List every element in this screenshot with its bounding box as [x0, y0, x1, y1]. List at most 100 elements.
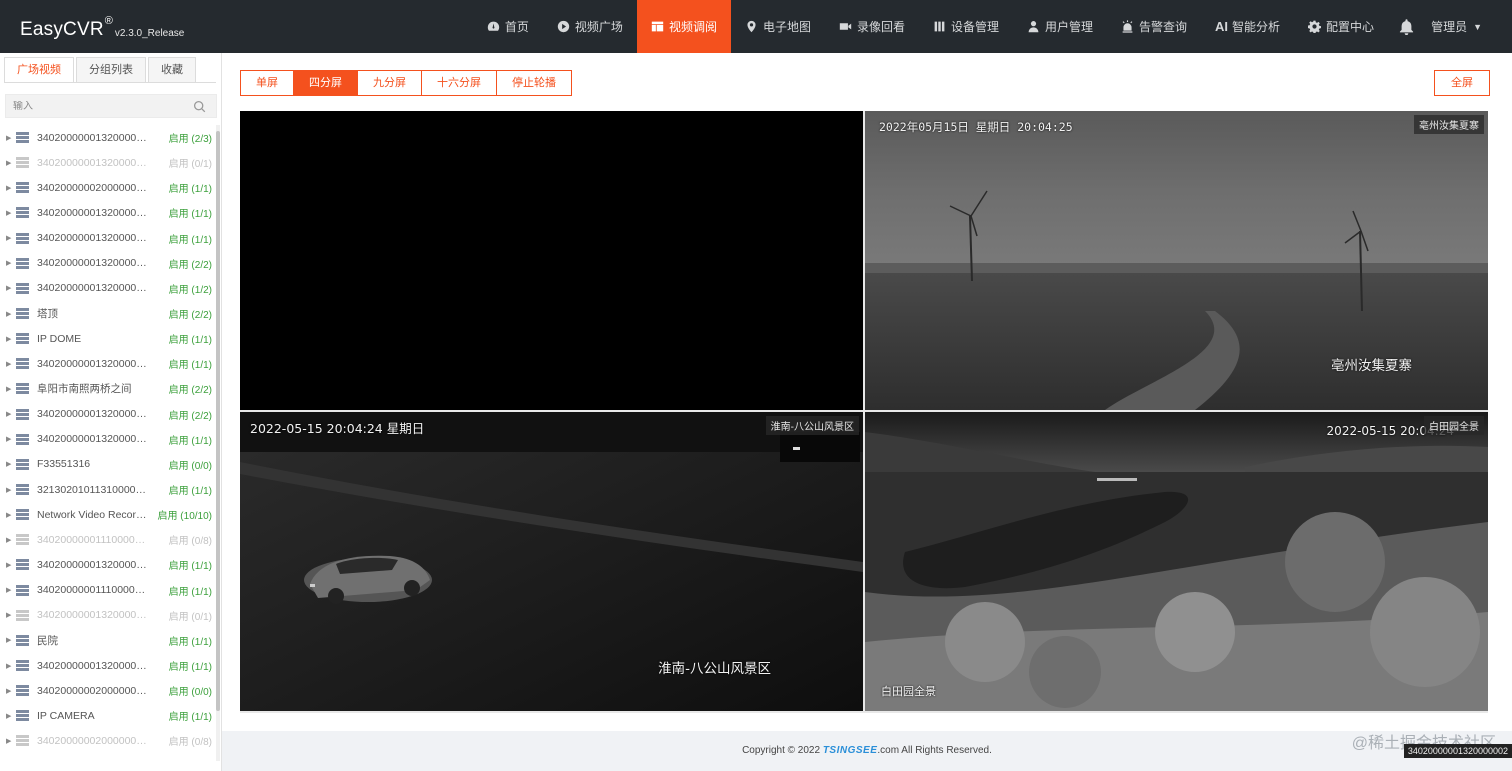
tree-row-device[interactable]: ▶ 民院 启用 (1/1) — [0, 628, 216, 653]
caret-right-icon[interactable]: ▶ — [6, 586, 14, 594]
nav-item-home[interactable]: 首页 — [473, 0, 543, 53]
fullscreen-button[interactable]: 全屏 — [1434, 70, 1490, 96]
tree-row-device[interactable]: ▶ 阜阳市南照两桥之间 启用 (2/2) — [0, 376, 216, 401]
tree-row-device[interactable]: ▶ 34020000001320000002 启用 (0/1) — [0, 150, 216, 175]
footer-brand[interactable]: TSINGSEE — [823, 745, 878, 756]
nav-item-label: 用户管理 — [1045, 20, 1094, 34]
tab-favorites[interactable]: 收藏 — [148, 57, 196, 83]
nav-item-user-management[interactable]: 用户管理 — [1013, 0, 1107, 53]
caret-right-icon[interactable]: ▶ — [6, 209, 14, 217]
alarm-icon — [1122, 20, 1133, 33]
nav-item-alarm-query[interactable]: 告警查询 — [1107, 0, 1201, 53]
caret-right-icon[interactable]: ▶ — [6, 159, 14, 167]
caret-right-icon[interactable]: ▶ — [6, 561, 14, 569]
caret-right-icon[interactable]: ▶ — [6, 712, 14, 720]
nav-item-config-center[interactable]: 配置中心 — [1294, 0, 1388, 53]
tree-row-device[interactable]: ▶ 34020000001320000004 启用 (1/1) — [0, 226, 216, 251]
tree-row-device[interactable]: ▶ 塔顶 启用 (2/2) — [0, 301, 216, 326]
caret-right-icon[interactable]: ▶ — [6, 360, 14, 368]
osd-camera-name: 白田园全景 — [881, 685, 936, 698]
caret-right-icon[interactable]: ▶ — [6, 536, 14, 544]
tree-row-device[interactable]: ▶ 34020000001320000010 启用 (1/1) — [0, 552, 216, 577]
osd-camera-name: 亳州汝集夏寨 — [1331, 358, 1412, 374]
caret-right-icon[interactable]: ▶ — [6, 435, 14, 443]
tree-row-device[interactable]: ▶ 34020000001320000003 启用 (1/1) — [0, 200, 216, 225]
tree-row-device[interactable]: ▶ 34020000001110000001 启用 (0/8) — [0, 527, 216, 552]
tree-row-device[interactable]: ▶ 34020000002000000002 启用 (0/0) — [0, 678, 216, 703]
play-icon — [557, 20, 570, 33]
split-button-3[interactable]: 十六分屏 — [421, 70, 497, 96]
device-server-icon — [16, 484, 29, 496]
tree-row-device[interactable]: ▶ 34020000001320000011 启用 (0/1) — [0, 603, 216, 628]
tab-square-video[interactable]: 广场视频 — [4, 57, 74, 83]
notification-bell[interactable] — [1388, 0, 1431, 53]
scrollbar-thumb[interactable] — [216, 131, 220, 711]
video-cell-2[interactable]: 2022年05月15日 星期日 20:04:25 亳州汝集夏寨 亳州汝集夏寨 — [865, 111, 1488, 410]
tree-row-device[interactable]: ▶ IP DOME 启用 (1/1) — [0, 326, 216, 351]
split-button-1[interactable]: 四分屏 — [293, 70, 358, 96]
user-menu[interactable]: 管理员 ▼ — [1431, 0, 1512, 53]
video-cell-1[interactable] — [240, 111, 863, 410]
caret-right-icon[interactable]: ▶ — [6, 310, 14, 318]
tree-row-device[interactable]: ▶ 34020000001320000001 启用 (2/3) — [0, 125, 216, 150]
search-input[interactable] — [6, 100, 191, 112]
device-server-icon — [16, 710, 29, 722]
caret-right-icon[interactable]: ▶ — [6, 259, 14, 267]
tree-row-device[interactable]: ▶ 32130201011310000001 启用 (1/1) — [0, 477, 216, 502]
caret-right-icon[interactable]: ▶ — [6, 636, 14, 644]
tab-group-list[interactable]: 分组列表 — [76, 57, 146, 83]
nav-item-label: 智能分析 — [1232, 20, 1281, 34]
dashboard-icon — [487, 21, 500, 31]
split-button-2[interactable]: 九分屏 — [357, 70, 422, 96]
user-icon — [1028, 21, 1039, 33]
search-icon[interactable] — [193, 100, 206, 113]
nav-item-ai-analysis[interactable]: AI 智能分析 — [1201, 0, 1294, 53]
caret-right-icon[interactable]: ▶ — [6, 335, 14, 343]
video-cell-4[interactable]: 2022-05-15 20:04:24 白田园全景 白田园全景 — [865, 412, 1488, 711]
tree-row-device[interactable]: ▶ IP CAMERA 启用 (1/1) — [0, 703, 216, 728]
device-status: 启用 (2/2) — [168, 259, 212, 271]
tree-row-device[interactable]: ▶ 34020000001320000006 启用 (1/2) — [0, 276, 216, 301]
caret-right-icon[interactable]: ▶ — [6, 511, 14, 519]
caret-right-icon[interactable]: ▶ — [6, 662, 14, 670]
video-cell-3[interactable]: 2022-05-15 20:04:24 星期日 淮南-八公山风景区 淮南-八公山… — [240, 412, 863, 711]
footer-copyright-prefix: Copyright © 2022 — [742, 745, 823, 756]
tree-row-device[interactable]: ▶ 34020000001320000008 启用 (2/2) — [0, 402, 216, 427]
caret-right-icon[interactable]: ▶ — [6, 134, 14, 142]
split-button-4[interactable]: 停止轮播 — [496, 70, 572, 96]
caret-right-icon[interactable]: ▶ — [6, 184, 14, 192]
tree-row-device[interactable]: ▶ 34020000001110000002 启用 (1/1) — [0, 578, 216, 603]
nav-item-device-management[interactable]: 设备管理 — [919, 0, 1013, 53]
tree-row-device[interactable]: ▶ 34020000001320000012 启用 (1/1) — [0, 653, 216, 678]
nav-item-e-map[interactable]: 电子地图 — [731, 0, 825, 53]
caret-right-icon[interactable]: ▶ — [6, 385, 14, 393]
tree-row-device[interactable]: ▶ 34020000002000000001 启用 (1/1) — [0, 175, 216, 200]
caret-right-icon[interactable]: ▶ — [6, 410, 14, 418]
tree-row-device[interactable]: ▶ 34020000001320000009 启用 (1/1) — [0, 427, 216, 452]
brand-logo[interactable]: EasyCVR ® v2.3.0_Release — [0, 0, 222, 53]
tree-row-device[interactable]: ▶ 34020000001320000007 启用 (1/1) — [0, 351, 216, 376]
split-button-0[interactable]: 单屏 — [240, 70, 294, 96]
video-grid: 2022年05月15日 星期日 20:04:25 亳州汝集夏寨 亳州汝集夏寨 2… — [240, 111, 1488, 713]
nav-item-video-review[interactable]: 视频调阅 — [636, 0, 731, 53]
caret-right-icon[interactable]: ▶ — [6, 737, 14, 745]
caret-right-icon[interactable]: ▶ — [6, 611, 14, 619]
nav-item-playback[interactable]: 录像回看 — [825, 0, 919, 53]
tree-row-device[interactable]: ▶ Network Video Recorder 启用 (10/10) — [0, 502, 216, 527]
sidebar-scrollbar[interactable] — [216, 125, 220, 761]
nav-item-label: 电子地图 — [762, 20, 811, 34]
tree-row-device[interactable]: ▶ 34020000001320000005 启用 (2/2) — [0, 251, 216, 276]
device-server-icon — [16, 308, 29, 320]
nav-item-video-square[interactable]: 视频广场 — [543, 0, 637, 53]
caret-right-icon[interactable]: ▶ — [6, 486, 14, 494]
caret-right-icon[interactable]: ▶ — [6, 687, 14, 695]
tree-row-device[interactable]: ▶ 34020000002000000003 启用 (0/8) — [0, 728, 216, 753]
device-status: 启用 (1/1) — [168, 586, 212, 598]
caret-right-icon[interactable]: ▶ — [6, 284, 14, 292]
nav-item-label: 视频调阅 — [668, 20, 717, 34]
sidebar-tabs: 广场视频 分组列表 收藏 — [4, 57, 198, 83]
tree-row-device[interactable]: ▶ F33551316 启用 (0/0) — [0, 452, 216, 477]
caret-right-icon[interactable]: ▶ — [6, 460, 14, 468]
caret-right-icon[interactable]: ▶ — [6, 234, 14, 242]
map-pin-icon — [747, 20, 756, 33]
